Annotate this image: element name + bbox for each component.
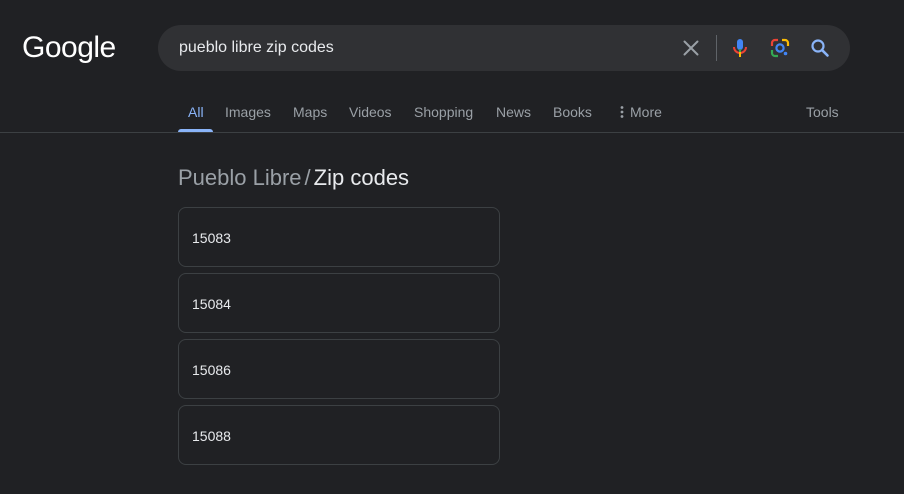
- active-tab-indicator: [178, 129, 213, 132]
- zip-code-item[interactable]: 15084: [178, 273, 500, 333]
- tab-shopping[interactable]: Shopping: [414, 103, 473, 121]
- google-logo[interactable]: Google: [22, 30, 116, 66]
- zip-code-label: 15083: [192, 230, 231, 246]
- clear-icon[interactable]: [679, 36, 703, 60]
- search-tabs: All Images Maps Videos Shopping News Boo…: [0, 92, 904, 133]
- breadcrumb-current: Zip codes: [313, 165, 410, 190]
- tab-news[interactable]: News: [496, 103, 531, 121]
- tab-maps[interactable]: Maps: [293, 103, 327, 121]
- zip-code-label: 15088: [192, 428, 231, 444]
- search-divider: [716, 35, 717, 61]
- microphone-icon[interactable]: [728, 36, 752, 60]
- search-input[interactable]: pueblo libre zip codes: [179, 38, 334, 58]
- zip-code-label: 15084: [192, 296, 231, 312]
- breadcrumb-separator: /: [304, 165, 311, 190]
- breadcrumb-parent[interactable]: Pueblo Libre: [178, 165, 302, 190]
- zip-code-item[interactable]: 15088: [178, 405, 500, 465]
- tab-more[interactable]: More: [620, 103, 662, 121]
- breadcrumb: Pueblo Libre / Zip codes: [178, 164, 409, 192]
- tools-button[interactable]: Tools: [806, 103, 839, 121]
- header: Google pueblo libre zip codes: [0, 0, 904, 90]
- search-icon[interactable]: [808, 36, 832, 60]
- lens-icon[interactable]: [768, 36, 792, 60]
- tab-more-label: More: [630, 104, 662, 120]
- tab-all[interactable]: All: [188, 103, 204, 121]
- zip-code-item[interactable]: 15086: [178, 339, 500, 399]
- search-box[interactable]: pueblo libre zip codes: [158, 25, 850, 71]
- zip-code-item[interactable]: 15083: [178, 207, 500, 267]
- tab-books[interactable]: Books: [553, 103, 592, 121]
- more-vert-icon: [620, 106, 624, 119]
- tab-videos[interactable]: Videos: [349, 103, 392, 121]
- zip-code-label: 15086: [192, 362, 231, 378]
- tab-images[interactable]: Images: [225, 103, 271, 121]
